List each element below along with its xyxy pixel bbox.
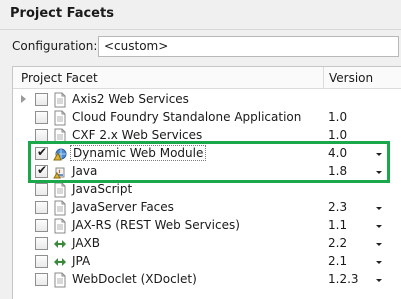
- facet-checkbox[interactable]: [35, 183, 48, 196]
- dialog-title: Project Facets: [10, 6, 114, 21]
- page-icon: [53, 182, 67, 198]
- facet-name: WebDoclet (XDoclet): [72, 272, 197, 286]
- double-arrow-icon: [53, 236, 67, 252]
- page-icon: [53, 200, 67, 216]
- table-row[interactable]: Axis2 Web Services: [13, 91, 401, 109]
- page-icon: [53, 272, 67, 288]
- page-icon: [53, 218, 67, 234]
- table-header: Project Facet Version: [13, 67, 401, 89]
- facet-version[interactable]: 2.3: [328, 200, 347, 214]
- configuration-combo[interactable]: <custom>: [98, 36, 399, 57]
- table-row[interactable]: Cloud Foundry Standalone Application 1.0: [13, 109, 401, 127]
- version-dropdown-icon[interactable]: [376, 279, 382, 282]
- facet-version[interactable]: 2.2: [328, 236, 347, 250]
- facet-name: CXF 2.x Web Services: [72, 128, 203, 142]
- facet-name: JAX-RS (REST Web Services): [72, 218, 240, 232]
- facet-version[interactable]: 2.1: [328, 254, 347, 268]
- table-row[interactable]: JPA 2.1: [13, 253, 401, 271]
- facet-checkbox[interactable]: [35, 111, 48, 124]
- version-dropdown-icon[interactable]: [376, 207, 382, 210]
- facet-version: 1.0: [328, 110, 348, 124]
- facet-version: 1.0: [328, 128, 348, 142]
- table-row[interactable]: JavaServer Faces 2.3: [13, 199, 401, 217]
- facet-name: JPA: [72, 254, 91, 268]
- facet-name: JAXB: [72, 236, 100, 250]
- facet-name: Axis2 Web Services: [72, 92, 189, 106]
- facet-name: JavaScript: [72, 182, 133, 196]
- configuration-label: Configuration:: [12, 39, 98, 53]
- dialog-header: Project Facets: [0, 0, 401, 30]
- facet-checkbox[interactable]: [35, 273, 48, 286]
- table-row[interactable]: JAXB 2.2: [13, 235, 401, 253]
- double-arrow-icon: [53, 254, 67, 270]
- column-header-version[interactable]: Version: [329, 71, 373, 85]
- expand-arrow-icon[interactable]: [21, 95, 26, 103]
- version-dropdown-icon[interactable]: [376, 261, 382, 264]
- configuration-value: <custom>: [104, 39, 169, 53]
- column-header-project-facet[interactable]: Project Facet: [21, 71, 98, 85]
- facet-name: Cloud Foundry Standalone Application: [72, 110, 302, 124]
- facet-version[interactable]: 1.1: [328, 218, 347, 232]
- version-dropdown-icon[interactable]: [376, 243, 382, 246]
- facet-name: JavaServer Faces: [72, 200, 174, 214]
- facet-checkbox[interactable]: [35, 255, 48, 268]
- facet-checkbox[interactable]: [35, 237, 48, 250]
- column-divider: [323, 67, 324, 89]
- table-row[interactable]: JAX-RS (REST Web Services) 1.1: [13, 217, 401, 235]
- facet-checkbox[interactable]: [35, 201, 48, 214]
- facet-version[interactable]: 1.2.3: [328, 272, 359, 286]
- facet-checkbox[interactable]: [35, 93, 48, 106]
- header-divider: [0, 29, 401, 30]
- version-dropdown-icon[interactable]: [376, 225, 382, 228]
- table-row[interactable]: JavaScript: [13, 181, 401, 199]
- facet-checkbox[interactable]: [35, 219, 48, 232]
- page-icon: [53, 92, 67, 108]
- table-row[interactable]: WebDoclet (XDoclet) 1.2.3: [13, 271, 401, 289]
- annotation-highlight-box: [28, 141, 390, 183]
- page-icon: [53, 110, 67, 126]
